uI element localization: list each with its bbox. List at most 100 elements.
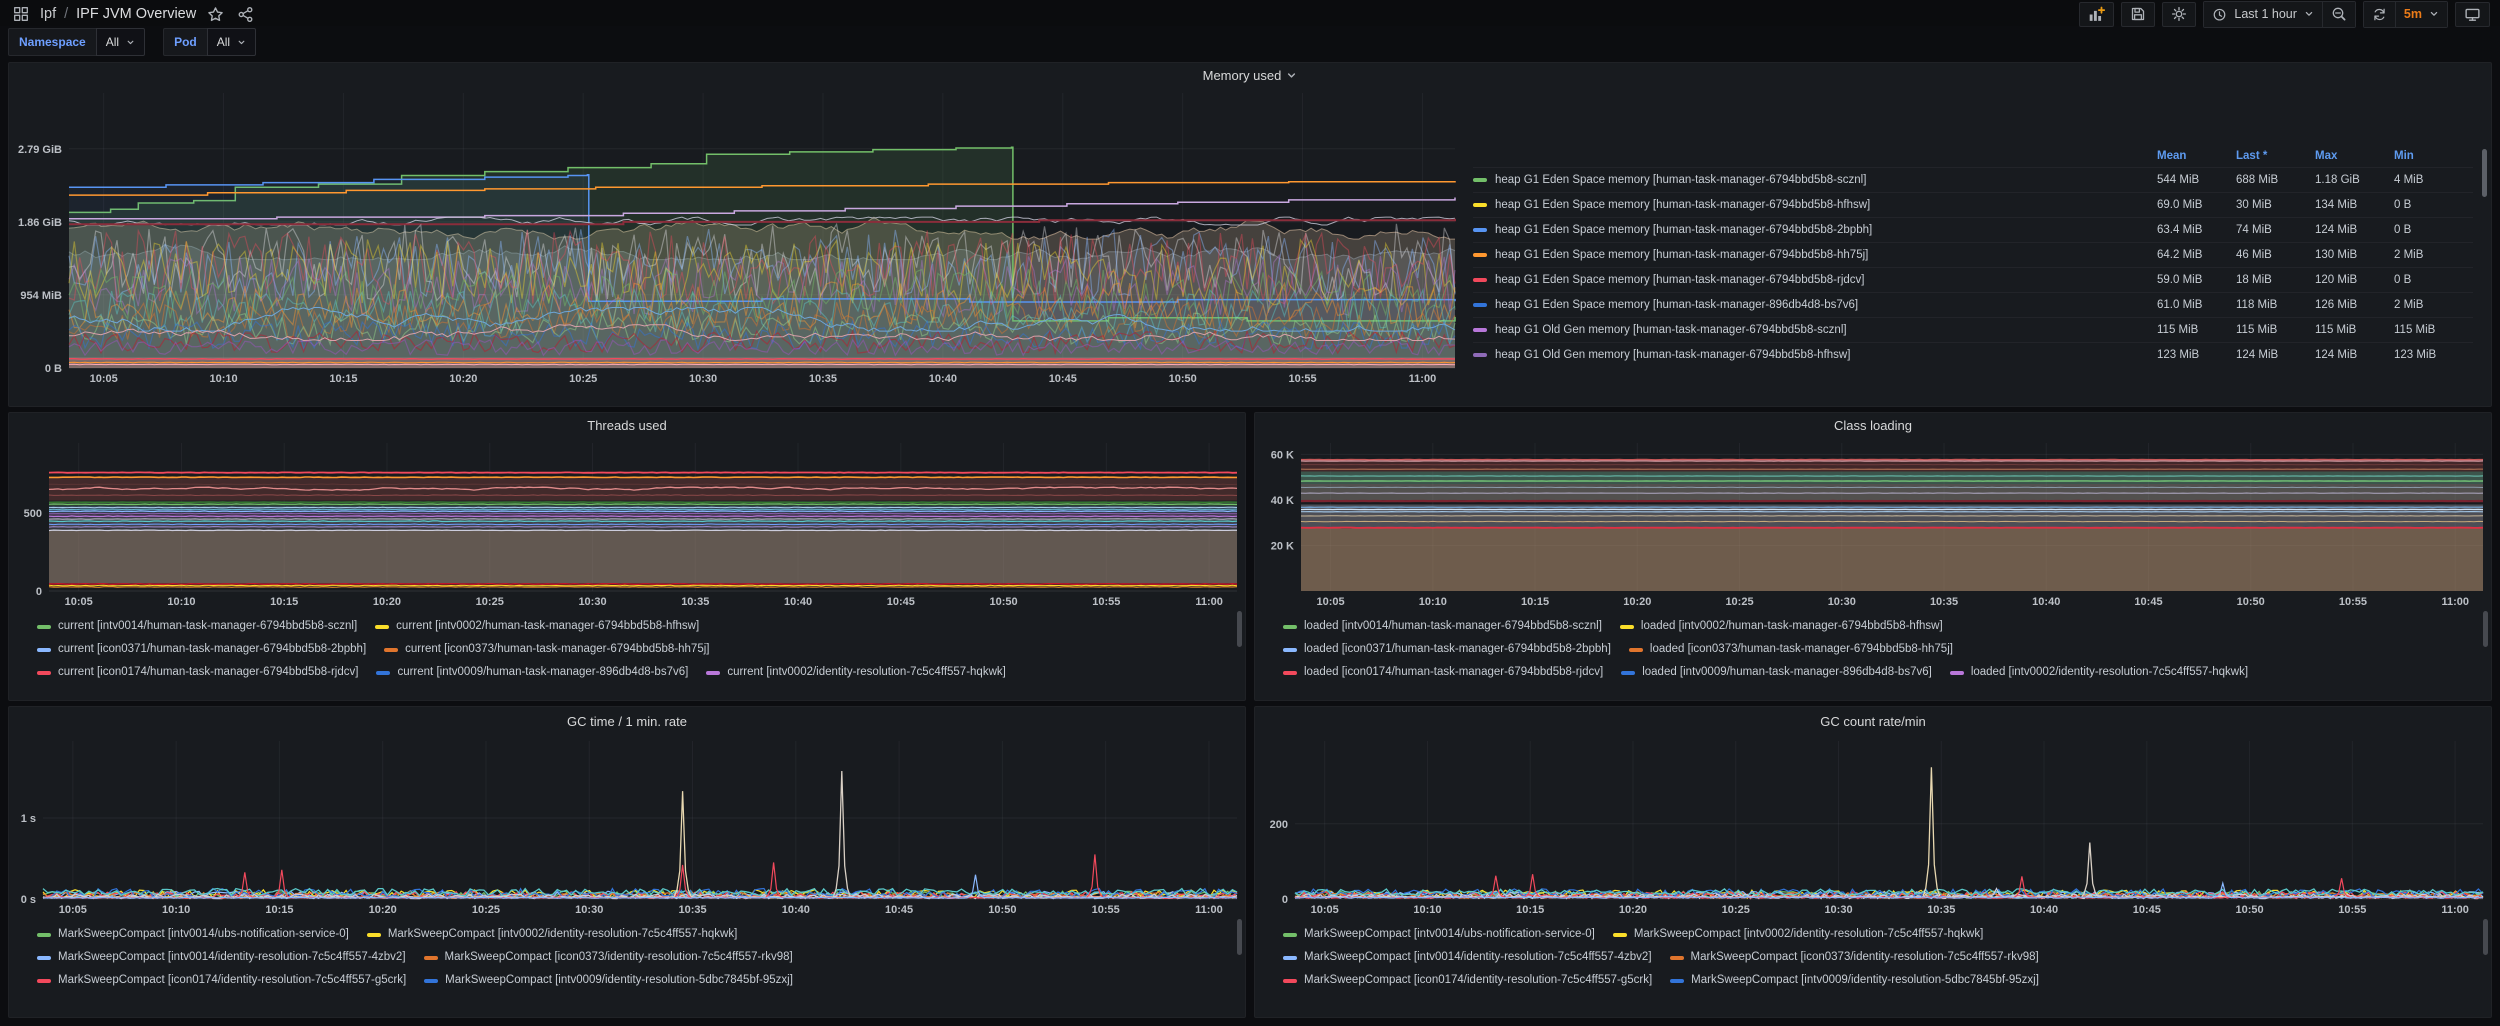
svg-text:10:25: 10:25 <box>476 596 504 608</box>
legend-sort-header[interactable]: Max <box>2315 150 2394 162</box>
breadcrumb-folder[interactable]: Ipf <box>40 6 56 22</box>
legend-series-row[interactable]: heap G1 Eden Space memory [human-task-ma… <box>1473 267 2473 292</box>
legend-value: 74 MiB <box>2236 224 2315 236</box>
legend-series-item[interactable]: MarkSweepCompact [icon0373/identity-reso… <box>424 946 793 969</box>
legend-series-item[interactable]: MarkSweepCompact [icon0174/identity-reso… <box>1283 969 1652 992</box>
svg-text:10:20: 10:20 <box>449 373 477 385</box>
legend-series-item[interactable]: loaded [intv0014/human-task-manager-6794… <box>1283 615 1602 638</box>
legend-scrollbar[interactable] <box>2483 919 2488 955</box>
svg-text:10:30: 10:30 <box>1824 904 1852 916</box>
legend-series-item[interactable]: loaded [intv0002/identity-resolution-7c5… <box>1950 661 2248 684</box>
legend-series-item[interactable]: loaded [intv0009/human-task-manager-896d… <box>1621 661 1932 684</box>
legend-series-item[interactable]: loaded [icon0373/human-task-manager-6794… <box>1629 638 1953 661</box>
add-panel-button[interactable] <box>2079 2 2114 27</box>
legend-scrollbar[interactable] <box>1237 611 1242 647</box>
legend-series-row[interactable]: heap G1 Eden Space memory [human-task-ma… <box>1473 242 2473 267</box>
legend-series-item[interactable]: MarkSweepCompact [intv0014/ubs-notificat… <box>37 923 349 946</box>
variable-pod-dropdown[interactable]: All <box>207 28 256 56</box>
panel-title-text: Class loading <box>1834 418 1912 433</box>
legend-value: 64.2 MiB <box>2157 249 2236 261</box>
variable-namespace-label: Namespace <box>8 28 96 56</box>
svg-text:200: 200 <box>1270 819 1288 831</box>
breadcrumb-separator: / <box>64 6 68 22</box>
series-color-swatch <box>1473 353 1487 357</box>
svg-text:10:50: 10:50 <box>989 596 1017 608</box>
legend-value: 544 MiB <box>2157 174 2236 186</box>
legend-sort-header[interactable]: Min <box>2394 150 2473 162</box>
clock-icon <box>2212 7 2227 22</box>
star-icon[interactable] <box>204 3 226 25</box>
legend-series-item[interactable]: MarkSweepCompact [intv0014/identity-reso… <box>37 946 406 969</box>
legend-series-item[interactable]: loaded [icon0371/human-task-manager-6794… <box>1283 638 1611 661</box>
svg-text:40 K: 40 K <box>1271 495 1294 507</box>
legend-value: 126 MiB <box>2315 299 2394 311</box>
time-range-picker[interactable]: Last 1 hour <box>2204 2 2322 27</box>
panel-menu-chevron-icon <box>1286 70 1297 81</box>
legend-series-row[interactable]: heap G1 Eden Space memory [human-task-ma… <box>1473 292 2473 317</box>
threads-used-chart[interactable]: 10:0510:1010:1510:2010:2510:3010:3510:40… <box>9 437 1245 609</box>
svg-text:10:25: 10:25 <box>1722 904 1750 916</box>
legend-series-item[interactable]: MarkSweepCompact [intv0002/identity-reso… <box>1613 923 1983 946</box>
legend-series-item[interactable]: MarkSweepCompact [icon0174/identity-reso… <box>37 969 406 992</box>
legend-series-item[interactable]: current [intv0009/human-task-manager-896… <box>376 661 688 684</box>
legend-scrollbar[interactable] <box>1237 919 1242 955</box>
legend-series-item[interactable]: current [intv0014/human-task-manager-679… <box>37 615 357 638</box>
kiosk-mode-button[interactable] <box>2455 2 2490 27</box>
legend-series-item[interactable]: current [icon0174/human-task-manager-679… <box>37 661 358 684</box>
svg-text:10:20: 10:20 <box>369 904 397 916</box>
legend-series-row[interactable]: heap G1 Old Gen memory [human-task-manag… <box>1473 342 2473 367</box>
zoom-out-time-button[interactable] <box>2322 2 2355 27</box>
legend-series-row[interactable]: heap G1 Eden Space memory [human-task-ma… <box>1473 217 2473 242</box>
svg-text:10:50: 10:50 <box>1169 373 1197 385</box>
gc-time-chart[interactable]: 10:0510:1010:1510:2010:2510:3010:3510:40… <box>9 735 1245 917</box>
legend-series-item[interactable]: MarkSweepCompact [icon0373/identity-reso… <box>1670 946 2039 969</box>
legend-series-item[interactable]: MarkSweepCompact [intv0014/ubs-notificat… <box>1283 923 1595 946</box>
legend-series-row[interactable]: heap G1 Eden Space memory [human-task-ma… <box>1473 167 2473 192</box>
panel-title-class-loading[interactable]: Class loading <box>1255 413 2491 437</box>
monitor-icon <box>2464 6 2481 23</box>
legend-series-item[interactable]: current [icon0371/human-task-manager-679… <box>37 638 366 661</box>
gc-time-legend: MarkSweepCompact [intv0014/ubs-notificat… <box>9 917 1245 1017</box>
dashboard-title: IPF JVM Overview <box>76 6 196 22</box>
legend-series-row[interactable]: heap G1 Old Gen memory [human-task-manag… <box>1473 317 2473 342</box>
svg-text:10:25: 10:25 <box>569 373 597 385</box>
share-icon[interactable] <box>234 3 256 25</box>
legend-value: 63.4 MiB <box>2157 224 2236 236</box>
legend-series-item[interactable]: current [intv0002/human-task-manager-679… <box>375 615 699 638</box>
series-color-swatch <box>1283 933 1297 937</box>
refresh-interval-picker[interactable]: 5m <box>2395 2 2447 27</box>
series-color-swatch <box>424 956 438 960</box>
legend-scrollbar[interactable] <box>2482 149 2487 197</box>
memory-used-chart[interactable]: 10:0510:1010:1510:2010:2510:3010:3510:40… <box>9 87 1463 386</box>
dashboard-settings-button[interactable] <box>2162 2 2196 27</box>
legend-value: 1.18 GiB <box>2315 174 2394 186</box>
zoom-out-icon <box>2331 6 2347 22</box>
legend-series-item[interactable]: MarkSweepCompact [intv0002/identity-reso… <box>367 923 737 946</box>
panel-title-gc-time[interactable]: GC time / 1 min. rate <box>9 707 1245 735</box>
legend-sort-header[interactable]: Mean <box>2157 150 2236 162</box>
legend-series-item[interactable]: MarkSweepCompact [intv0009/identity-reso… <box>424 969 793 992</box>
panel-title-gc-count[interactable]: GC count rate/min <box>1255 707 2491 735</box>
legend-value: 134 MiB <box>2315 199 2394 211</box>
legend-series-item[interactable]: MarkSweepCompact [intv0014/identity-reso… <box>1283 946 1652 969</box>
time-range-label: Last 1 hour <box>2234 7 2297 21</box>
variable-pod: Pod All <box>163 28 256 56</box>
legend-series-row[interactable]: heap G1 Eden Space memory [human-task-ma… <box>1473 192 2473 217</box>
svg-text:20 K: 20 K <box>1271 540 1294 552</box>
legend-series-item[interactable]: loaded [icon0174/human-task-manager-6794… <box>1283 661 1603 684</box>
legend-scrollbar[interactable] <box>2483 611 2488 647</box>
dashboards-grid-icon[interactable] <box>10 3 32 25</box>
save-dashboard-button[interactable] <box>2121 2 2155 27</box>
legend-sort-header[interactable]: Last * <box>2236 150 2315 162</box>
legend-series-item[interactable]: current [intv0002/identity-resolution-7c… <box>706 661 1006 684</box>
legend-series-item[interactable]: current [icon0373/human-task-manager-679… <box>384 638 709 661</box>
panel-title-threads-used[interactable]: Threads used <box>9 413 1245 437</box>
legend-series-item[interactable]: MarkSweepCompact [intv0009/identity-reso… <box>1670 969 2039 992</box>
variable-namespace-dropdown[interactable]: All <box>96 28 145 56</box>
series-color-swatch <box>384 648 398 652</box>
gc-count-chart[interactable]: 10:0510:1010:1510:2010:2510:3010:3510:40… <box>1255 735 2491 917</box>
refresh-button[interactable] <box>2364 2 2395 27</box>
legend-series-item[interactable]: loaded [intv0002/human-task-manager-6794… <box>1620 615 1943 638</box>
panel-title-memory-used[interactable]: Memory used <box>9 63 2491 87</box>
class-loading-chart[interactable]: 10:0510:1010:1510:2010:2510:3010:3510:40… <box>1255 437 2491 609</box>
